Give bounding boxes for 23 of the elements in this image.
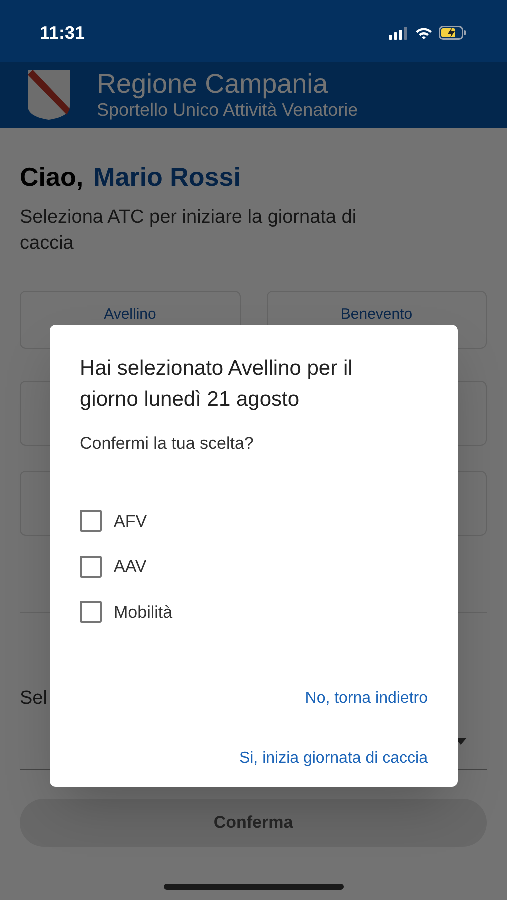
greeting-label: Ciao, <box>20 161 84 194</box>
select-label: Sel <box>20 687 48 711</box>
app-title: Regione Campania <box>97 69 330 99</box>
checkbox[interactable] <box>80 556 102 578</box>
dialog-action-link[interactable]: Si, inizia giornata di caccia <box>239 747 428 771</box>
district-card[interactable] <box>457 381 487 446</box>
dialog-question: Confermi la tua scelta? <box>80 433 255 455</box>
battery-charging-icon <box>439 26 467 40</box>
wifi-icon <box>415 26 433 40</box>
dialog-title: Hai selezionato Avellino per il giorno lunedì 21 agosto <box>80 356 354 413</box>
coat-of-arms-logo <box>27 69 71 121</box>
instruction-text: Seleziona ATC per iniziare la giornata di caccia <box>20 206 358 256</box>
signal-icon <box>389 26 409 40</box>
app-subtitle: Sportello Unico Attività Venatorie <box>97 99 358 121</box>
clock: 11:31 <box>40 22 86 44</box>
district-card[interactable] <box>457 471 487 536</box>
dialog-action-link[interactable]: No, torna indietro <box>305 687 428 711</box>
checkbox[interactable] <box>80 601 102 624</box>
checkbox[interactable] <box>80 510 102 532</box>
option-label: AFV <box>114 510 148 532</box>
option-label: AAV <box>114 556 147 578</box>
option-label: Mobilità <box>114 602 173 624</box>
user-name: Mario Rossi <box>94 161 241 194</box>
